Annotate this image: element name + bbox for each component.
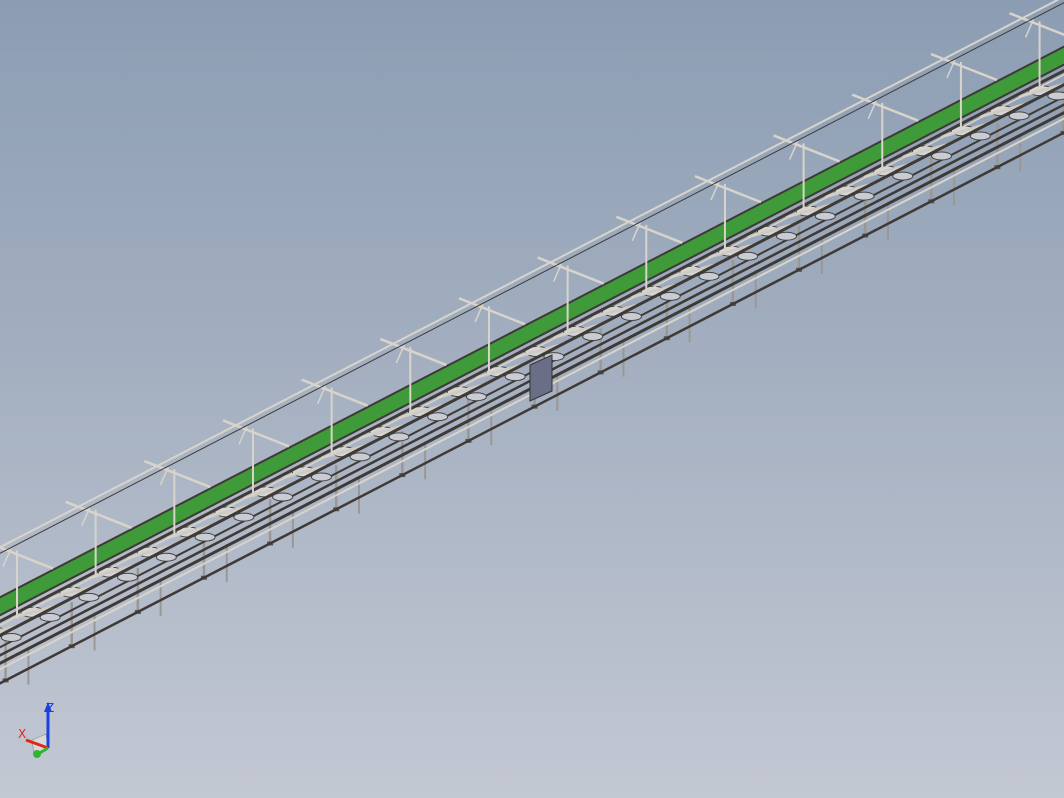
canopy-arm	[694, 174, 762, 204]
canopy-arm	[537, 256, 605, 285]
canopy-arm	[65, 500, 133, 529]
canopy-arm	[615, 215, 683, 244]
canopy-arm	[773, 134, 841, 163]
axis-triad: X Z	[18, 701, 54, 758]
canopy-arm	[222, 419, 290, 448]
cad-viewport[interactable]: X Z	[0, 0, 1064, 798]
canopy-arm	[143, 459, 211, 489]
canopy-arm	[458, 297, 526, 326]
lower-rail	[0, 131, 1064, 685]
overhead-rail-shadow	[0, 2, 1064, 554]
green-guard-panel	[0, 45, 1064, 617]
guard-panel	[0, 45, 1064, 617]
conveyor-line-model[interactable]	[0, 0, 1064, 798]
canopy-arm	[379, 337, 447, 367]
canopy-arm	[301, 378, 369, 407]
control-box-panel	[529, 354, 553, 402]
z-axis-label: Z	[46, 701, 54, 715]
control-box[interactable]	[529, 354, 553, 402]
canopy-arm	[930, 52, 998, 82]
canopy-arm	[851, 93, 919, 122]
y-axis-knob-icon	[33, 750, 41, 758]
x-axis-label: X	[18, 727, 26, 741]
